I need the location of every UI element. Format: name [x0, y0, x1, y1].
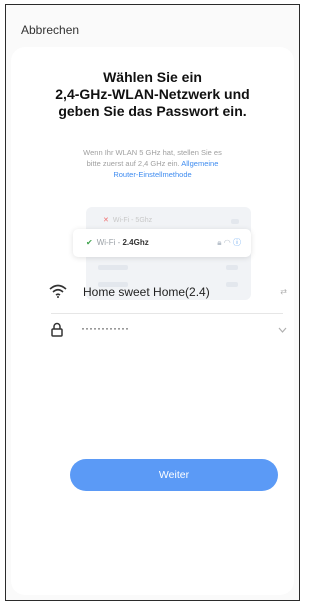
illustration-placeholder-bar: [98, 265, 128, 270]
field-divider: [51, 313, 283, 314]
info-icon: ⓘ: [233, 238, 241, 247]
description-line-1: Wenn Ihr WLAN 5 GHz hat, stellen Sie es: [83, 148, 222, 157]
page-title: Wählen Sie ein 2,4-GHz-WLAN-Netzwerk und…: [11, 69, 294, 120]
wifi-icon: [49, 284, 67, 298]
illustration-5ghz-band: 5Ghz: [135, 217, 153, 224]
illustration-placeholder-bar: [226, 265, 238, 270]
title-line-1: Wählen Sie ein: [103, 69, 202, 85]
swap-icon[interactable]: ⇄: [280, 287, 287, 296]
wifi-setup-sheet: Wählen Sie ein 2,4-GHz-WLAN-Netzwerk und…: [11, 47, 294, 595]
cancel-button[interactable]: Abbrechen: [21, 23, 79, 37]
illustration-24ghz-prefix: Wi-Fi -: [96, 238, 123, 247]
illustration-5ghz-prefix: Wi-Fi -: [112, 217, 136, 224]
password-field[interactable]: ············: [49, 320, 289, 340]
phone-frame: Abbrechen Wählen Sie ein 2,4-GHz-WLAN-Ne…: [5, 4, 300, 601]
description-text: Wenn Ihr WLAN 5 GHz hat, stellen Sie es …: [41, 147, 264, 180]
illustration-status-icons: 🔒︎ ◠ ⓘ: [217, 237, 241, 248]
wifi-small-icon: ◠: [223, 238, 231, 247]
lock-small-icon: 🔒︎: [217, 238, 222, 247]
description-line-2: bitte zuerst auf 2,4 GHz ein. Allgemeine: [41, 158, 264, 169]
ssid-field[interactable]: Home sweet Home(2.4) ⇄: [49, 282, 289, 302]
illustration-placeholder-icon: [231, 219, 239, 224]
description-line-2-text: bitte zuerst auf 2,4 GHz ein.: [86, 159, 182, 168]
chevron-down-icon[interactable]: [278, 327, 287, 333]
illustration-row-5ghz: ✕ Wi-Fi - 5Ghz: [103, 216, 152, 224]
password-value: ············: [81, 321, 129, 335]
router-settings-link[interactable]: Allgemeine: [181, 159, 218, 168]
title-line-3: geben Sie das Passwort ein.: [58, 103, 247, 119]
next-button[interactable]: Weiter: [70, 459, 278, 491]
title-line-2: 2,4-GHz-WLAN-Netzwerk und: [55, 86, 250, 102]
illustration-row-24ghz: ✔ Wi-Fi - 2.4Ghz 🔒︎ ◠ ⓘ: [73, 229, 251, 257]
check-icon: ✔: [86, 238, 93, 247]
cross-icon: ✕: [103, 217, 109, 224]
lock-icon: [51, 322, 63, 337]
router-settings-link-line-2[interactable]: Router-Einstellmethode: [41, 169, 264, 180]
illustration-24ghz-band: 2.4Ghz: [122, 238, 149, 247]
ssid-value: Home sweet Home(2.4): [83, 285, 210, 299]
illustration-24ghz-label: ✔ Wi-Fi - 2.4Ghz: [86, 238, 149, 247]
